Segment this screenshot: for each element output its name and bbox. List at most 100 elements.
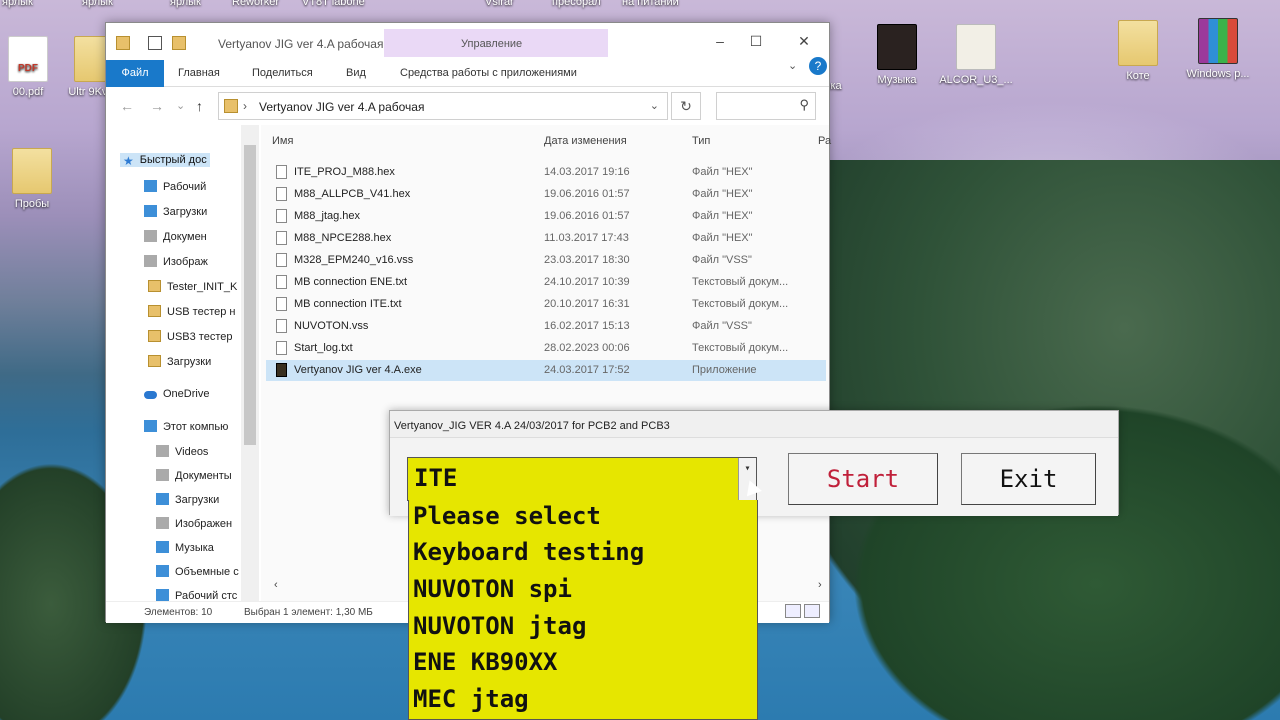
chevron-down-icon[interactable]: ⌄ <box>650 99 659 112</box>
nav-item-label: Загрузки <box>163 206 208 218</box>
nav-item-desktop[interactable]: Рабочий <box>144 180 206 193</box>
nav-item-usb3-tester[interactable]: USB3 тестер <box>148 330 232 343</box>
file-row[interactable]: M88_NPCE288.hex 11.03.2017 17:43 Файл "HEX… <box>266 228 826 249</box>
ribbon-tabs: Файл Главная Поделиться Вид Средства раб… <box>106 57 829 87</box>
maximize-button[interactable]: ☐ <box>738 29 774 53</box>
nav-scrollbar[interactable] <box>241 125 259 601</box>
text-file-icon <box>276 275 287 289</box>
tiles-view-icon[interactable] <box>804 604 820 618</box>
folder-icon <box>12 148 52 194</box>
file-row-selected[interactable]: Vertyanov JIG ver 4.A.exe 24.03.2017 17:5… <box>266 360 826 381</box>
forward-icon[interactable]: → <box>150 98 164 114</box>
app-icon <box>276 363 287 377</box>
desktop-label[interactable]: пресбрал <box>552 0 601 8</box>
nav-item-zagruzki[interactable]: Загрузки <box>148 355 211 368</box>
chevron-right-icon: › <box>243 99 247 113</box>
recent-dropdown-icon[interactable]: ⌄ <box>176 99 185 112</box>
nav-item-usb-tester[interactable]: USB тестер н <box>148 305 236 318</box>
minimize-button[interactable]: – <box>702 29 738 53</box>
nav-item-pictures[interactable]: Изображ <box>144 255 208 268</box>
exit-button[interactable]: Exit <box>961 453 1096 505</box>
file-row[interactable]: Start_log.txt 28.02.2023 00:06 Текстовый д… <box>266 338 826 359</box>
scroll-right-icon[interactable]: › <box>818 579 822 591</box>
documents-icon <box>156 469 169 481</box>
column-header-date[interactable]: Дата изменения <box>544 135 627 147</box>
dropdown-option[interactable]: ENE KB90XX <box>413 648 558 676</box>
file-date: 24.10.2017 10:39 <box>544 276 630 288</box>
column-header-name[interactable]: Имя <box>272 135 293 147</box>
file-row[interactable]: MB connection ENE.txt 24.10.2017 10:39 Тек… <box>266 272 826 293</box>
file-date: 20.10.2017 16:31 <box>544 298 630 310</box>
ribbon-expand-icon[interactable]: ⌄ <box>788 59 797 72</box>
desktop-label[interactable]: ярлык <box>82 0 113 8</box>
properties-icon[interactable] <box>148 36 162 50</box>
help-icon[interactable]: ? <box>809 57 827 75</box>
pictures-icon <box>156 517 169 529</box>
file-icon <box>276 231 287 245</box>
tab-view[interactable]: Вид <box>346 67 366 79</box>
tab-file[interactable]: Файл <box>106 60 164 87</box>
nav-item-downloads[interactable]: Загрузки <box>144 205 207 218</box>
desktop-icon-label: Windows p... <box>1186 68 1250 80</box>
refresh-button[interactable]: ↻ <box>671 92 701 120</box>
dropdown-option[interactable]: Please select <box>413 502 601 530</box>
desktop-label[interactable]: ярлык <box>170 0 201 8</box>
nav-item-3d[interactable]: Объемные с <box>156 565 239 578</box>
tab-home[interactable]: Главная <box>178 67 220 79</box>
file-row[interactable]: MB connection ITE.txt 20.10.2017 16:31 Тек… <box>266 294 826 315</box>
nav-item-documents[interactable]: Докумен <box>144 230 207 243</box>
back-icon[interactable]: ← <box>120 98 134 114</box>
nav-item-videos[interactable]: Videos <box>156 445 208 458</box>
dropdown-option[interactable]: NUVOTON jtag <box>413 612 586 640</box>
documents-icon <box>144 230 157 242</box>
scroll-left-icon[interactable]: ‹ <box>274 579 278 591</box>
nav-item-pictures-pc[interactable]: Изображен <box>156 517 232 530</box>
column-header-type[interactable]: Тип <box>692 135 710 147</box>
file-name: M88_jtag.hex <box>294 210 361 222</box>
desktop-label[interactable]: Vsirar <box>485 0 514 8</box>
column-header-size[interactable]: Ра <box>818 135 831 147</box>
file-row[interactable]: M88_jtag.hex 19.06.2016 01:57 Файл "HEX" <box>266 206 826 227</box>
new-folder-icon[interactable] <box>172 36 186 50</box>
dropdown-option[interactable]: MEC jtag <box>413 685 529 713</box>
nav-item-downloads-pc[interactable]: Загрузки <box>156 493 219 506</box>
file-row[interactable]: M88_ALLPCB_V41.hex 19.06.2016 01:57 Файл "… <box>266 184 826 205</box>
dropdown-option[interactable]: NUVOTON spi <box>413 575 572 603</box>
file-row[interactable]: NUVOTON.vss 16.02.2017 15:13 Файл "VSS" <box>266 316 826 337</box>
nav-item-label: Изображ <box>163 256 208 268</box>
file-icon <box>276 187 287 201</box>
tab-share[interactable]: Поделиться <box>252 67 313 79</box>
desktop-label[interactable]: на питании <box>622 0 679 8</box>
search-input[interactable]: ⚲ <box>716 92 816 120</box>
mode-select[interactable]: ITE ▾ <box>407 457 757 501</box>
desktop-icon-proby[interactable]: Пробы <box>0 148 72 210</box>
tab-app-tools[interactable]: Средства работы с приложениями <box>400 67 577 79</box>
start-button[interactable]: Start <box>788 453 938 505</box>
desktop-label[interactable]: VT8T labone <box>302 0 365 8</box>
nav-item-music[interactable]: Музыка <box>156 541 214 554</box>
up-icon[interactable]: ↑ <box>196 98 203 114</box>
desktop-label[interactable]: Reworker <box>232 0 279 8</box>
desktop-label[interactable]: ярлык <box>2 0 33 8</box>
details-view-icon[interactable] <box>785 604 801 618</box>
file-row[interactable]: ITE_PROJ_M88.hex 14.03.2017 19:16 Файл "HE… <box>266 162 826 183</box>
nav-item-this-pc[interactable]: Этот компью <box>144 420 228 433</box>
desktop-icon-windows-rar[interactable]: Windows p... <box>1178 18 1258 80</box>
jig-window-title: Vertyanov_JIG VER 4.A 24/03/2017 for PCB… <box>394 420 670 432</box>
file-date: 19.06.2016 01:57 <box>544 188 630 200</box>
file-row[interactable]: M328_EPM240_v16.vss 23.03.2017 18:30 Файл … <box>266 250 826 271</box>
nav-quick-access[interactable]: ★ Быстрый дос <box>120 153 210 168</box>
dropdown-option[interactable]: Keyboard testing <box>413 538 644 566</box>
text-file-icon <box>276 297 287 311</box>
address-bar[interactable]: › Vertyanov JIG ver 4.A рабочая ⌄ <box>218 92 668 120</box>
nav-item-tester-init[interactable]: Tester_INIT_K <box>148 280 237 293</box>
file-date: 19.06.2016 01:57 <box>544 210 630 222</box>
desktop-icon-alcor[interactable]: ALCOR_U3_... <box>936 24 1016 86</box>
nav-item-onedrive[interactable]: OneDrive <box>144 388 209 400</box>
nav-item-documents-pc[interactable]: Документы <box>156 469 232 482</box>
tab-manage[interactable]: Управление <box>461 38 522 50</box>
close-button[interactable]: ✕ <box>786 29 822 53</box>
scrollbar-thumb[interactable] <box>244 145 256 445</box>
desktop-icon-music[interactable]: Музыка <box>857 24 937 86</box>
desktop-icon-kote[interactable]: Коте <box>1098 20 1178 82</box>
